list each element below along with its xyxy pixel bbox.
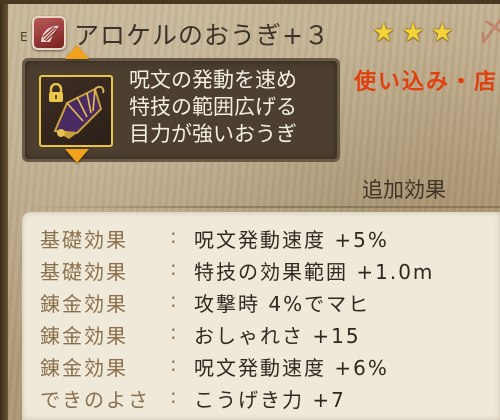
effect-value: 攻撃時 4%でマヒ <box>194 292 371 316</box>
effect-value: 特技の効果範囲 +1.0m <box>194 260 435 284</box>
effect-row: 基礎効果 : 呪文発動速度 +5% <box>22 222 500 254</box>
effect-row: 基礎効果 : 特技の効果範囲 +1.0m <box>22 254 500 286</box>
item-header: E アロケルのおうぎ+３ ★ ★ ★ 〆 <box>20 10 500 60</box>
effect-colon: : <box>170 256 177 280</box>
star-icon: ★ <box>430 18 454 48</box>
effect-value: おしゃれさ +15 <box>194 324 361 348</box>
description-line: 目力が強いおうぎ <box>129 122 297 146</box>
effect-label: できのよさ <box>40 388 150 412</box>
star-icon: ★ <box>372 18 396 48</box>
section-divider <box>22 206 500 208</box>
effect-value: 呪文発動速度 +6% <box>194 356 389 380</box>
item-title: アロケルのおうぎ+３ <box>74 21 330 50</box>
effect-label: 基礎効果 <box>40 260 128 284</box>
fan-item-icon[interactable] <box>39 75 113 147</box>
star-icon: ★ <box>401 18 425 48</box>
effects-list: 基礎効果 : 呪文発動速度 +5% 基礎効果 : 特技の効果範囲 +1.0m 錬… <box>22 212 500 420</box>
effect-row: 錬金効果 : 呪文発動速度 +6% <box>22 350 500 382</box>
item-description: 呪文の発動を速め 特技の範囲広げる 目力が強いおうぎ <box>129 67 297 148</box>
effect-row: できのよさ : こうげき力 +7 <box>22 382 500 414</box>
prev-item-arrow-icon[interactable] <box>65 45 89 59</box>
description-line: 特技の範囲広げる <box>129 95 297 119</box>
rarity-stars: ★ ★ ★ <box>372 18 454 48</box>
effect-label: 錬金効果 <box>40 356 128 380</box>
effect-label: 錬金効果 <box>40 324 128 348</box>
effect-row: 錬金効果 : おしゃれさ +15 <box>22 318 500 350</box>
effect-value: 呪文発動速度 +5% <box>194 228 389 252</box>
usage-tab[interactable]: 使い込み・店 <box>354 64 498 96</box>
close-stamp-icon[interactable]: 〆 <box>468 8 500 52</box>
effect-colon: : <box>170 288 177 312</box>
next-item-arrow-icon[interactable] <box>65 149 89 163</box>
frame-left-edge <box>0 0 8 420</box>
effect-value: こうげき力 +7 <box>194 388 346 412</box>
equip-mark: E <box>20 30 28 44</box>
effect-colon: : <box>170 224 177 248</box>
description-line: 呪文の発動を速め <box>129 68 297 92</box>
effect-row: 錬金効果 : 攻撃時 4%でマヒ <box>22 286 500 318</box>
item-info-panel: 呪文の発動を速め 特技の範囲広げる 目力が強いおうぎ <box>22 45 340 163</box>
additional-effects-title: 追加効果 <box>362 178 446 202</box>
lock-icon <box>49 83 63 102</box>
fan-category-icon[interactable] <box>32 16 66 50</box>
frame-top-edge <box>0 0 500 4</box>
effect-label: 基礎効果 <box>40 228 128 252</box>
effect-colon: : <box>170 352 177 376</box>
effect-colon: : <box>170 320 177 344</box>
effect-label: 錬金効果 <box>40 292 128 316</box>
effect-colon: : <box>170 384 177 408</box>
